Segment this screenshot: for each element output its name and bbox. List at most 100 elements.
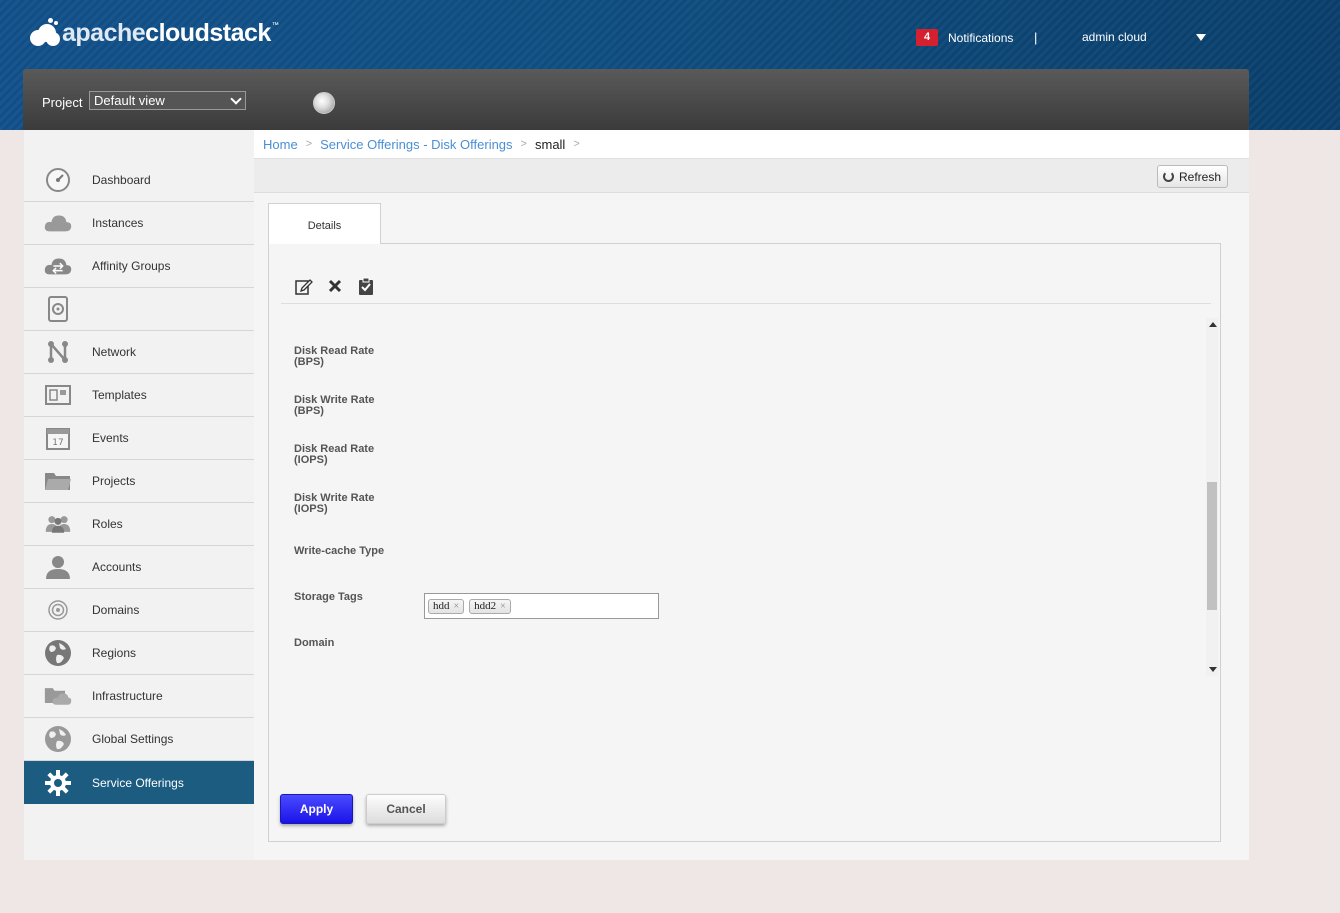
detail-label-disk-write-rate-bps: Disk Write Rate (BPS) bbox=[294, 394, 375, 417]
logo-text-apache: apache bbox=[62, 18, 146, 47]
gear-icon bbox=[44, 769, 72, 796]
sidebar-item-label: Network bbox=[92, 345, 137, 359]
domains-icon bbox=[44, 597, 72, 623]
sidebar-item-accounts[interactable]: Accounts bbox=[24, 546, 254, 589]
sidebar-item-label: Affinity Groups bbox=[92, 259, 171, 273]
divider bbox=[281, 303, 1211, 304]
notifications-button[interactable]: 4 Notifications bbox=[916, 29, 1013, 46]
breadcrumb-home[interactable]: Home bbox=[263, 137, 298, 152]
sidebar-item-affinity-groups[interactable]: Affinity Groups bbox=[24, 245, 254, 288]
sidebar-item-label: Service Offerings bbox=[92, 775, 184, 790]
sidebar-item-label: Templates bbox=[92, 388, 147, 402]
globe-settings-icon bbox=[44, 726, 72, 752]
toolbar: Refresh bbox=[254, 159, 1249, 193]
details-scrollbar[interactable] bbox=[1206, 318, 1218, 676]
templates-icon bbox=[44, 382, 72, 408]
sidebar-item-domains[interactable]: Domains bbox=[24, 589, 254, 632]
notifications-label: Notifications bbox=[948, 30, 1014, 45]
breadcrumb-separator: > bbox=[520, 138, 527, 150]
globe-icon bbox=[44, 640, 72, 666]
storage-tag: hdd × bbox=[428, 598, 465, 614]
sidebar-item-projects[interactable]: Projects bbox=[24, 460, 254, 503]
sidebar-item-label: Roles bbox=[92, 517, 123, 531]
sidebar-item-instances[interactable]: Instances bbox=[24, 202, 254, 245]
sidebar-item-label: Infrastructure bbox=[92, 689, 163, 703]
breadcrumb-separator: > bbox=[573, 138, 580, 150]
chevron-down-icon bbox=[230, 93, 242, 105]
user-icon bbox=[44, 554, 72, 580]
cloudstack-logo[interactable]: apachecloudstack ™ bbox=[28, 18, 279, 48]
sidebar-item-storage[interactable] bbox=[24, 288, 254, 331]
sidebar-item-templates[interactable]: Templates bbox=[24, 374, 254, 417]
detail-label-disk-write-rate-iops: Disk Write Rate (IOPS) bbox=[294, 492, 375, 515]
sidebar-item-service-offerings[interactable]: Service Offerings bbox=[24, 761, 254, 804]
scrollbar-thumb[interactable] bbox=[1207, 482, 1217, 610]
affinity-icon bbox=[44, 253, 72, 279]
close-icon[interactable]: × bbox=[454, 601, 460, 612]
notifications-count-badge: 4 bbox=[916, 29, 938, 46]
sidebar-item-regions[interactable]: Regions bbox=[24, 632, 254, 675]
sidebar-item-dashboard[interactable]: Dashboard bbox=[24, 159, 254, 202]
project-select-value: Default view bbox=[94, 93, 165, 108]
infrastructure-icon bbox=[44, 683, 72, 709]
user-menu-caret-icon[interactable] bbox=[1196, 34, 1206, 41]
refresh-icon bbox=[1163, 171, 1174, 182]
logo-cloud-icon bbox=[28, 18, 60, 48]
project-label: Project bbox=[42, 95, 83, 110]
sidebar-item-network[interactable]: Network bbox=[24, 331, 254, 374]
scroll-down-icon[interactable] bbox=[1209, 667, 1217, 672]
clipboard-check-icon[interactable] bbox=[357, 277, 375, 295]
sidebar-item-label: Global Settings bbox=[92, 732, 174, 746]
edit-icon[interactable] bbox=[295, 277, 313, 295]
detail-actions bbox=[295, 277, 375, 295]
breadcrumb-section[interactable]: Service Offerings - Disk Offerings bbox=[320, 137, 512, 152]
globe-icon[interactable] bbox=[313, 92, 335, 114]
scroll-up-icon[interactable] bbox=[1209, 322, 1217, 327]
storage-icon bbox=[44, 296, 72, 322]
storage-tag-label: hdd bbox=[433, 600, 450, 612]
breadcrumb-current: small bbox=[534, 136, 566, 152]
cancel-button[interactable]: Cancel bbox=[366, 794, 446, 824]
apply-button[interactable]: Apply bbox=[280, 794, 353, 824]
sidebar-item-label: Accounts bbox=[92, 560, 142, 574]
tab-details[interactable]: Details bbox=[268, 203, 381, 244]
sidebar-item-global-settings[interactable]: Global Settings bbox=[24, 718, 254, 761]
sidebar: Dashboard Instances Affinity Groups Netw… bbox=[24, 130, 254, 860]
sidebar-item-label: Projects bbox=[92, 474, 136, 488]
folder-icon bbox=[44, 468, 72, 494]
logo-text-cloudstack: cloudstack bbox=[145, 18, 271, 47]
dashboard-icon bbox=[44, 167, 72, 193]
header-separator: | bbox=[1034, 30, 1038, 45]
detail-label-disk-read-rate-bps: Disk Read Rate (BPS) bbox=[294, 345, 375, 368]
logo-trademark: ™ bbox=[271, 22, 279, 29]
project-select[interactable]: Default view bbox=[89, 91, 246, 110]
details-panel: Disk Read Rate (BPS) Disk Write Rate (BP… bbox=[268, 243, 1221, 842]
sidebar-item-label: Domains bbox=[92, 603, 140, 617]
refresh-label: Refresh bbox=[1179, 169, 1222, 184]
sidebar-item-label: Instances bbox=[92, 216, 144, 230]
sidebar-item-roles[interactable]: Roles bbox=[24, 503, 254, 546]
refresh-button[interactable]: Refresh bbox=[1157, 165, 1228, 188]
calendar-icon: 17 bbox=[44, 425, 72, 451]
breadcrumb: Home > Service Offerings - Disk Offering… bbox=[254, 130, 1249, 159]
svg-text:17: 17 bbox=[52, 438, 63, 448]
sidebar-item-events[interactable]: 17 Events bbox=[24, 417, 254, 460]
main-content: Home > Service Offerings - Disk Offering… bbox=[254, 130, 1249, 860]
detail-label-domain: Domain bbox=[294, 637, 335, 649]
sidebar-item-label: Regions bbox=[92, 646, 137, 660]
sidebar-item-label: Dashboard bbox=[92, 173, 151, 187]
breadcrumb-separator: > bbox=[305, 138, 313, 150]
sidebar-item-label: Events bbox=[92, 431, 129, 445]
storage-tag-label: hdd2 bbox=[474, 600, 497, 612]
user-menu[interactable]: admin cloud bbox=[1082, 30, 1147, 44]
close-icon[interactable]: × bbox=[500, 601, 506, 612]
project-bar: Project Default view bbox=[23, 69, 1249, 130]
storage-tags-text-input[interactable] bbox=[515, 596, 562, 616]
delete-icon[interactable] bbox=[326, 277, 344, 295]
network-icon bbox=[44, 339, 72, 365]
storage-tag: hdd2 × bbox=[469, 598, 511, 614]
sidebar-item-infrastructure[interactable]: Infrastructure bbox=[24, 675, 254, 718]
detail-label-storage-tags: Storage Tags bbox=[294, 591, 363, 603]
detail-label-write-cache-type: Write-cache Type bbox=[294, 545, 385, 557]
storage-tags-input[interactable]: hdd × hdd2 × bbox=[424, 593, 659, 619]
